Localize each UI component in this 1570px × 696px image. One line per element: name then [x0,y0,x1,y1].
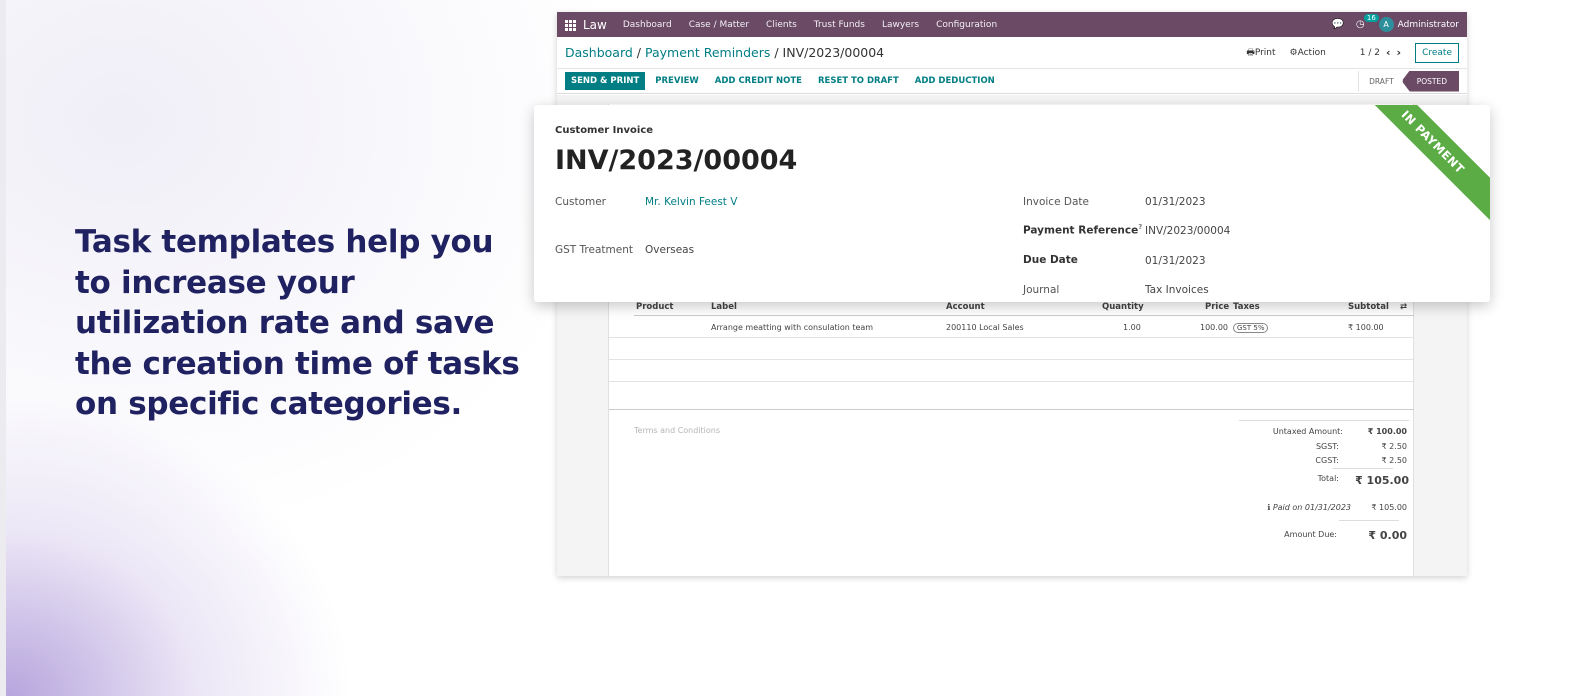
empty-line-row [609,382,1414,410]
col-account[interactable]: Account [946,302,985,312]
action-button[interactable]: ⚙Action [1290,48,1326,58]
apps-grid-icon[interactable] [565,19,576,31]
pager-previous-icon[interactable]: ‹ [1386,46,1391,59]
promo-headline: Task templates help you to increase your… [75,224,520,422]
col-product[interactable]: Product [636,302,674,312]
cgst-row: CGST: ₹ 2.50 [1315,456,1407,465]
line-label: Arrange meatting with consulation team [711,323,874,332]
due-date-field[interactable]: 01/31/2023 [1145,255,1206,267]
invoice-lines-header: Product Label Account Quantity Price Tax… [634,300,1414,316]
line-price: 100.00 [1200,323,1228,332]
nav-item-dashboard[interactable]: Dashboard [623,20,672,30]
due-date-label: Due Date [1023,254,1078,266]
payment-reference-field[interactable]: INV/2023/00004 [1145,225,1230,237]
breadcrumb-payment-reminders[interactable]: Payment Reminders [645,45,770,60]
journal-label: Journal [1023,284,1060,296]
total-row: Total: ₹ 105.00 [1317,474,1409,487]
stage-draft[interactable]: DRAFT [1358,71,1406,92]
nav-item-configuration[interactable]: Configuration [936,20,997,30]
left-edge-strip [0,0,6,696]
breadcrumb-current: INV/2023/00004 [782,45,885,60]
gst-treatment-label: GST Treatment [555,244,633,256]
preview-button[interactable]: PREVIEW [655,76,699,86]
print-button[interactable]: 🖶Print [1246,45,1275,61]
untaxed-row: Untaxed Amount: ₹ 100.00 [1272,427,1407,436]
print-icon: 🖶 [1246,47,1255,58]
line-subtotal: ₹ 100.00 [1348,323,1384,332]
col-quantity[interactable]: Quantity [1102,302,1144,312]
add-deduction-button[interactable]: ADD DEDUCTION [915,76,995,86]
column-settings-icon[interactable]: ⇄ [1400,302,1407,312]
empty-line-row [609,360,1414,382]
reset-to-draft-button[interactable]: RESET TO DRAFT [818,76,899,86]
user-menu[interactable]: Administrator [1398,20,1459,30]
amount-due-row: Amount Due: ₹ 0.00 [1284,529,1407,542]
top-navbar: Law Dashboard Case / Matter Clients Trus… [557,12,1467,37]
empty-line-row [609,338,1414,360]
invoice-date-label: Invoice Date [1023,196,1089,208]
send-print-button[interactable]: SEND & PRINT [565,72,646,90]
create-button[interactable]: Create [1415,42,1459,63]
app-brand[interactable]: Law [583,18,607,32]
notification-badge: 16 [1363,14,1379,22]
journal-field[interactable]: Tax Invoices [1145,284,1209,296]
help-tooltip-icon[interactable]: ? [1138,223,1142,231]
breadcrumb: Dashboard / Payment Reminders / INV/2023… [565,45,885,60]
line-quantity: 1.00 [1123,323,1141,332]
payment-row: ℹ Paid on 01/31/2023 ₹ 105.00 [1267,503,1407,512]
terms-conditions-field[interactable]: Terms and Conditions [634,426,720,435]
invoice-date-field[interactable]: 01/31/2023 [1145,196,1206,208]
avatar[interactable]: A [1378,17,1394,32]
chat-icon[interactable]: 💬 [1331,19,1343,30]
nav-item-clients[interactable]: Clients [766,20,797,30]
customer-label: Customer [555,196,607,208]
col-taxes[interactable]: Taxes [1233,302,1260,312]
payment-reference-label: Payment Reference? [1023,223,1143,237]
status-bar: SEND & PRINT PREVIEW ADD CREDIT NOTE RES… [557,69,1467,94]
col-price[interactable]: Price [1205,302,1229,312]
nav-item-case-matter[interactable]: Case / Matter [689,20,749,30]
sgst-row: SGST: ₹ 2.50 [1315,442,1407,451]
table-row[interactable]: Arrange meatting with consulation team 2… [609,316,1414,338]
nav-item-lawyers[interactable]: Lawyers [882,20,919,30]
control-panel: Dashboard / Payment Reminders / INV/2023… [557,37,1467,69]
col-label[interactable]: Label [711,302,737,312]
document-type: Customer Invoice [555,125,654,136]
invoice-number: INV/2023/00004 [555,145,798,176]
gear-icon: ⚙ [1289,47,1298,58]
activity-clock-icon[interactable]: ◷ 16 [1356,14,1379,30]
pager-value: 1 / 2 [1359,47,1380,58]
stage-posted[interactable]: POSTED [1401,70,1459,92]
nav-item-trust-funds[interactable]: Trust Funds [814,20,865,30]
gst-treatment-field[interactable]: Overseas [645,244,694,256]
pager-next-icon[interactable]: › [1397,46,1402,59]
customer-field[interactable]: Mr. Kelvin Feest V [645,196,737,208]
line-account: 200110 Local Sales [946,323,1024,332]
tax-badge: GST 5% [1233,323,1269,333]
col-subtotal[interactable]: Subtotal [1348,302,1389,312]
invoice-header-card: Customer Invoice INV/2023/00004 Customer… [534,105,1490,302]
breadcrumb-dashboard[interactable]: Dashboard [565,45,633,60]
status-ribbon: IN PAYMENT [1355,105,1490,220]
add-credit-note-button[interactable]: ADD CREDIT NOTE [715,76,802,86]
